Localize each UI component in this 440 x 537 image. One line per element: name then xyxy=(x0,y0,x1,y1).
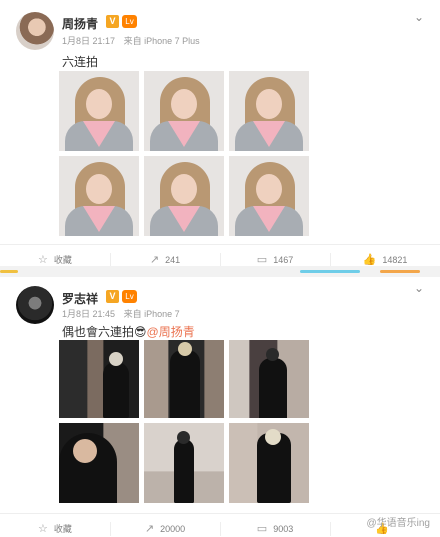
post-meta: 1月8日 21:17 来自 iPhone 7 Plus xyxy=(62,34,206,47)
photo[interactable] xyxy=(144,423,224,503)
username[interactable]: 周扬青 xyxy=(62,15,98,32)
post-source: 来自 iPhone 7 xyxy=(123,309,180,319)
star-icon: ☆ xyxy=(38,523,48,535)
photo[interactable] xyxy=(59,71,139,151)
repost-button[interactable]: ↗ 20000 xyxy=(110,514,220,537)
divider xyxy=(330,253,331,267)
post-text: 偶也會六連拍😎@周扬青 xyxy=(62,323,195,340)
comment-icon: ▭ xyxy=(256,523,268,535)
post-date[interactable]: 1月8日 21:17 xyxy=(62,36,115,46)
comment-count: 9003 xyxy=(273,523,294,534)
photo[interactable] xyxy=(59,156,139,236)
photo[interactable] xyxy=(229,156,309,236)
level-badge: Lv xyxy=(122,290,137,303)
divider xyxy=(110,253,111,267)
avatar[interactable] xyxy=(16,286,54,324)
verified-badge: V xyxy=(106,15,119,28)
star-icon: ☆ xyxy=(38,254,48,266)
favorite-button[interactable]: ☆ 收藏 xyxy=(0,514,110,537)
repost-count: 20000 xyxy=(160,523,186,534)
post-text-content: 六连拍 xyxy=(62,55,99,69)
chevron-down-icon[interactable]: ⌄ xyxy=(412,10,426,24)
username[interactable]: 罗志祥 xyxy=(62,290,98,307)
photo[interactable] xyxy=(144,71,224,151)
verified-badge: V xyxy=(106,290,119,303)
repost-count: 241 xyxy=(165,254,181,265)
photo[interactable] xyxy=(144,156,224,236)
post-date[interactable]: 1月8日 21:45 xyxy=(62,309,115,319)
repost-icon: ↗ xyxy=(144,523,155,535)
divider xyxy=(220,522,221,536)
watermark: @华语音乐ing xyxy=(366,518,431,529)
photo-grid xyxy=(59,340,309,503)
photo[interactable] xyxy=(229,340,309,418)
photo[interactable] xyxy=(229,423,309,503)
mention-link[interactable]: @周扬青 xyxy=(147,325,195,339)
photo-grid xyxy=(59,71,309,236)
comment-count: 1467 xyxy=(273,254,294,265)
divider xyxy=(220,253,221,267)
divider xyxy=(330,522,331,536)
level-badge: Lv xyxy=(122,15,137,28)
comment-button[interactable]: ▭ 9003 xyxy=(220,514,330,537)
thumb-up-icon: 👍 xyxy=(362,254,377,266)
chevron-down-icon[interactable]: ⌄ xyxy=(412,281,426,295)
photo[interactable] xyxy=(144,340,224,418)
post-text-content: 偶也會六連拍😎 xyxy=(62,325,147,339)
post-source: 来自 iPhone 7 Plus xyxy=(123,36,200,46)
favorite-label: 收藏 xyxy=(53,255,72,265)
post-text: 六连拍 xyxy=(62,53,98,70)
photo[interactable] xyxy=(229,71,309,151)
photo[interactable] xyxy=(59,340,139,418)
divider xyxy=(110,522,111,536)
repost-icon: ↗ xyxy=(149,254,160,266)
weibo-post: 周扬青 V Lv 1月8日 21:17 来自 iPhone 7 Plus ⌄ 六… xyxy=(0,0,440,267)
post-meta: 1月8日 21:45 来自 iPhone 7 xyxy=(62,307,186,320)
favorite-label: 收藏 xyxy=(53,524,72,534)
avatar[interactable] xyxy=(16,12,54,50)
comment-icon: ▭ xyxy=(256,254,268,266)
like-count: 14821 xyxy=(382,254,408,265)
photo[interactable] xyxy=(59,423,139,503)
weibo-post: 罗志祥 V Lv 1月8日 21:45 来自 iPhone 7 ⌄ 偶也會六連拍… xyxy=(0,277,440,536)
